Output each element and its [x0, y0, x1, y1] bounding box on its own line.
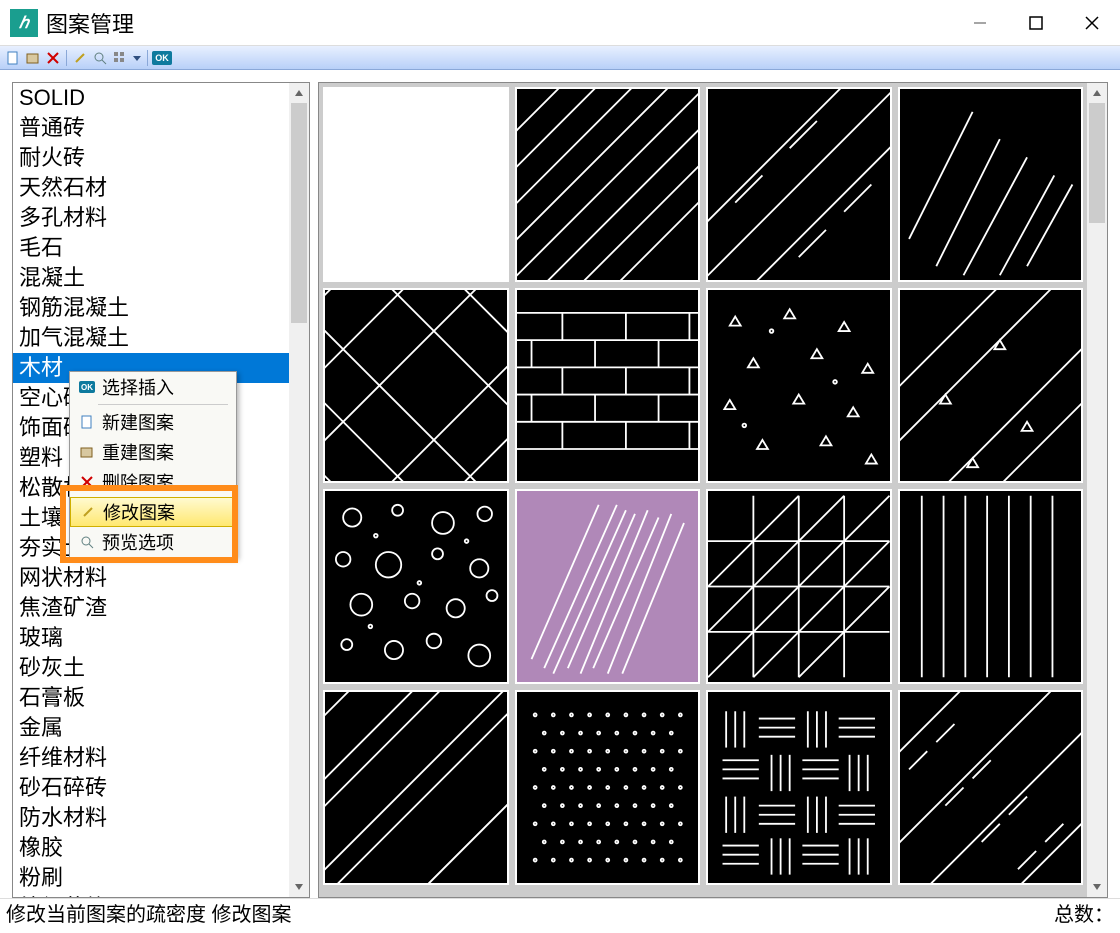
scroll-thumb[interactable] — [291, 103, 307, 323]
pattern-thumbnail[interactable] — [323, 87, 509, 282]
menu-item[interactable]: 预览选项 — [70, 527, 236, 557]
status-text: 修改当前图案的疏密度 修改图案 — [6, 898, 1054, 927]
list-item[interactable]: 金属 — [13, 713, 289, 743]
grid-icon[interactable] — [111, 49, 129, 67]
menu-item[interactable]: 修改图案 — [70, 497, 236, 527]
rebuild-icon[interactable] — [24, 49, 42, 67]
context-menu: OK 选择插入新建图案重建图案删除图案修改图案预览选项 — [69, 371, 237, 558]
menu-item[interactable]: 删除图案 — [70, 467, 236, 497]
pattern-thumbnail[interactable] — [515, 87, 701, 282]
pattern-grid-panel — [318, 82, 1108, 898]
pattern-thumbnail[interactable] — [515, 690, 701, 885]
scroll-up-button[interactable] — [1087, 83, 1107, 103]
menu-item-label: 删除图案 — [102, 469, 174, 495]
app-icon: ℎ — [10, 9, 38, 37]
toolbar-separator — [147, 50, 148, 66]
list-item[interactable]: 纤维材料 — [13, 743, 289, 773]
list-item[interactable]: 橡胶 — [13, 833, 289, 863]
list-item[interactable]: 毛石 — [13, 233, 289, 263]
pattern-thumbnail[interactable] — [323, 489, 509, 684]
pattern-thumbnail[interactable] — [898, 288, 1084, 483]
list-item[interactable]: 粉刷 — [13, 863, 289, 893]
pattern-thumbnail[interactable] — [706, 489, 892, 684]
scroll-thumb[interactable] — [1089, 103, 1105, 223]
menu-item-label: 选择插入 — [102, 374, 174, 400]
preview-icon[interactable] — [91, 49, 109, 67]
list-item[interactable]: 多孔材料 — [13, 203, 289, 233]
pattern-thumbnail[interactable] — [323, 690, 509, 885]
titlebar: ℎ 图案管理 — [0, 0, 1120, 46]
pattern-thumbnail[interactable] — [706, 288, 892, 483]
list-item[interactable]: 焦渣矿渣 — [13, 593, 289, 623]
grid-scrollbar[interactable] — [1087, 83, 1107, 897]
list-item[interactable]: 混凝土 — [13, 263, 289, 293]
pattern-thumbnail[interactable] — [706, 87, 892, 282]
menu-item-label: 预览选项 — [102, 529, 174, 555]
menu-item-label: 重建图案 — [102, 439, 174, 465]
list-item[interactable]: 砂灰土 — [13, 653, 289, 683]
list-item[interactable]: 普通砖 — [13, 113, 289, 143]
list-item[interactable]: 钢筋混凝土 — [13, 293, 289, 323]
scroll-up-button[interactable] — [289, 83, 309, 103]
toolbar-dropdown[interactable] — [131, 49, 143, 67]
list-item[interactable]: 加气混凝土 — [13, 323, 289, 353]
delete-icon — [78, 473, 96, 491]
pattern-thumbnail[interactable] — [515, 489, 701, 684]
toolbar: OK — [0, 46, 1120, 70]
list-item[interactable]: 石膏板 — [13, 683, 289, 713]
pattern-thumbnail[interactable] — [898, 87, 1084, 282]
edit-icon[interactable] — [71, 49, 89, 67]
window-title: 图案管理 — [46, 7, 952, 39]
pattern-thumbnail[interactable] — [323, 288, 509, 483]
ok-icon: OK — [78, 378, 96, 396]
pattern-grid — [319, 83, 1087, 897]
new-icon[interactable] — [4, 49, 22, 67]
close-button[interactable] — [1064, 0, 1120, 46]
edit-icon — [79, 503, 97, 521]
list-item[interactable]: 编织花纹 — [13, 893, 289, 897]
pattern-thumbnail[interactable] — [515, 288, 701, 483]
list-item[interactable]: SOLID — [13, 83, 289, 113]
menu-item-label: 修改图案 — [103, 499, 175, 525]
list-item[interactable]: 耐火砖 — [13, 143, 289, 173]
list-item[interactable]: 砂石碎砖 — [13, 773, 289, 803]
scroll-down-button[interactable] — [289, 877, 309, 897]
list-scrollbar[interactable] — [289, 83, 309, 897]
rebuild-icon — [78, 443, 96, 461]
toolbar-separator — [66, 50, 67, 66]
scroll-down-button[interactable] — [1087, 877, 1107, 897]
pattern-thumbnail[interactable] — [898, 489, 1084, 684]
delete-icon[interactable] — [44, 49, 62, 67]
menu-item[interactable]: OK 选择插入 — [70, 372, 236, 402]
ok-button[interactable]: OK — [152, 51, 172, 65]
menu-item[interactable]: 新建图案 — [70, 407, 236, 437]
preview-icon — [78, 533, 96, 551]
new-icon — [78, 413, 96, 431]
status-count: 总数： — [1054, 898, 1114, 927]
list-item[interactable]: 天然石材 — [13, 173, 289, 203]
menu-item[interactable]: 重建图案 — [70, 437, 236, 467]
menu-separator — [98, 404, 228, 405]
minimize-button[interactable] — [952, 0, 1008, 46]
pattern-thumbnail[interactable] — [706, 690, 892, 885]
list-item[interactable]: 网状材料 — [13, 563, 289, 593]
menu-item-label: 新建图案 — [102, 409, 174, 435]
maximize-button[interactable] — [1008, 0, 1064, 46]
list-item[interactable]: 防水材料 — [13, 803, 289, 833]
statusbar: 修改当前图案的疏密度 修改图案 总数： — [0, 898, 1120, 926]
list-item[interactable]: 玻璃 — [13, 623, 289, 653]
pattern-thumbnail[interactable] — [898, 690, 1084, 885]
